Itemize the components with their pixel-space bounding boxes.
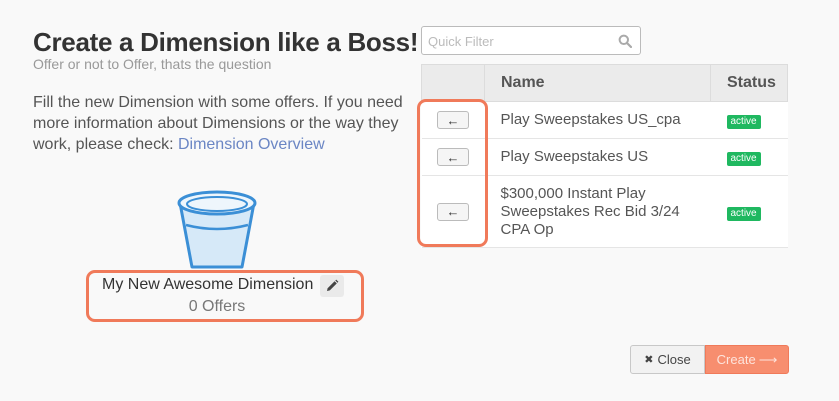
search-icon <box>618 34 632 48</box>
status-badge: active <box>726 152 761 166</box>
offer-name: Play Sweepstakes US <box>484 138 711 176</box>
page-subtitle: Offer or not to Offer, thats the questio… <box>33 56 272 72</box>
add-offer-button[interactable]: ← <box>437 111 469 129</box>
column-header-action <box>421 64 485 102</box>
table-cell: active <box>710 101 788 139</box>
table-cell: active <box>710 138 788 176</box>
status-badge: active <box>726 115 761 129</box>
column-header-name[interactable]: Name <box>484 64 711 102</box>
close-button-label: Close <box>657 352 691 367</box>
close-icon: ✖ <box>644 354 654 366</box>
status-badge: active <box>726 206 761 221</box>
table-row: ← Play Sweepstakes US active <box>421 138 788 176</box>
add-offer-button[interactable]: ← <box>437 202 469 221</box>
table-cell: active <box>710 175 788 248</box>
create-button[interactable]: Create ⟶ <box>705 345 789 374</box>
info-paragraph: Fill the new Dimension with some offers.… <box>33 92 403 155</box>
offer-name: $300,000 Instant Play Sweepstakes Rec Bi… <box>484 175 711 248</box>
table-row: ← $300,000 Instant Play Sweepstakes Rec … <box>421 175 788 248</box>
add-offer-button[interactable]: ← <box>437 148 469 166</box>
offer-name: Play Sweepstakes US_cpa <box>484 101 711 139</box>
table-header-row: Name Status <box>421 64 788 102</box>
create-button-label: Create <box>716 352 756 367</box>
dimension-overview-link[interactable]: Dimension Overview <box>178 136 325 153</box>
edit-dimension-button[interactable] <box>320 275 344 297</box>
table-row: ← Play Sweepstakes US_cpa active <box>421 101 788 139</box>
pencil-icon <box>327 279 339 291</box>
page-title: Create a Dimension like a Boss! <box>33 27 419 57</box>
table-cell: ← <box>421 175 485 248</box>
column-header-status[interactable]: Status <box>710 64 788 102</box>
dimension-name: My New Awesome Dimension <box>102 276 314 293</box>
bucket-icon <box>177 190 257 269</box>
table-cell: ← <box>421 138 485 176</box>
offers-table: Name Status ← Play Sweepstakes US_cpa ac… <box>421 64 788 248</box>
close-button[interactable]: ✖ Close <box>630 345 705 374</box>
quick-filter-input[interactable] <box>428 32 608 50</box>
offer-count: 0 Offers <box>188 298 246 315</box>
table-cell: ← <box>421 101 485 139</box>
quick-filter[interactable] <box>421 26 641 55</box>
arrow-right-icon: ⟶ <box>758 351 778 367</box>
